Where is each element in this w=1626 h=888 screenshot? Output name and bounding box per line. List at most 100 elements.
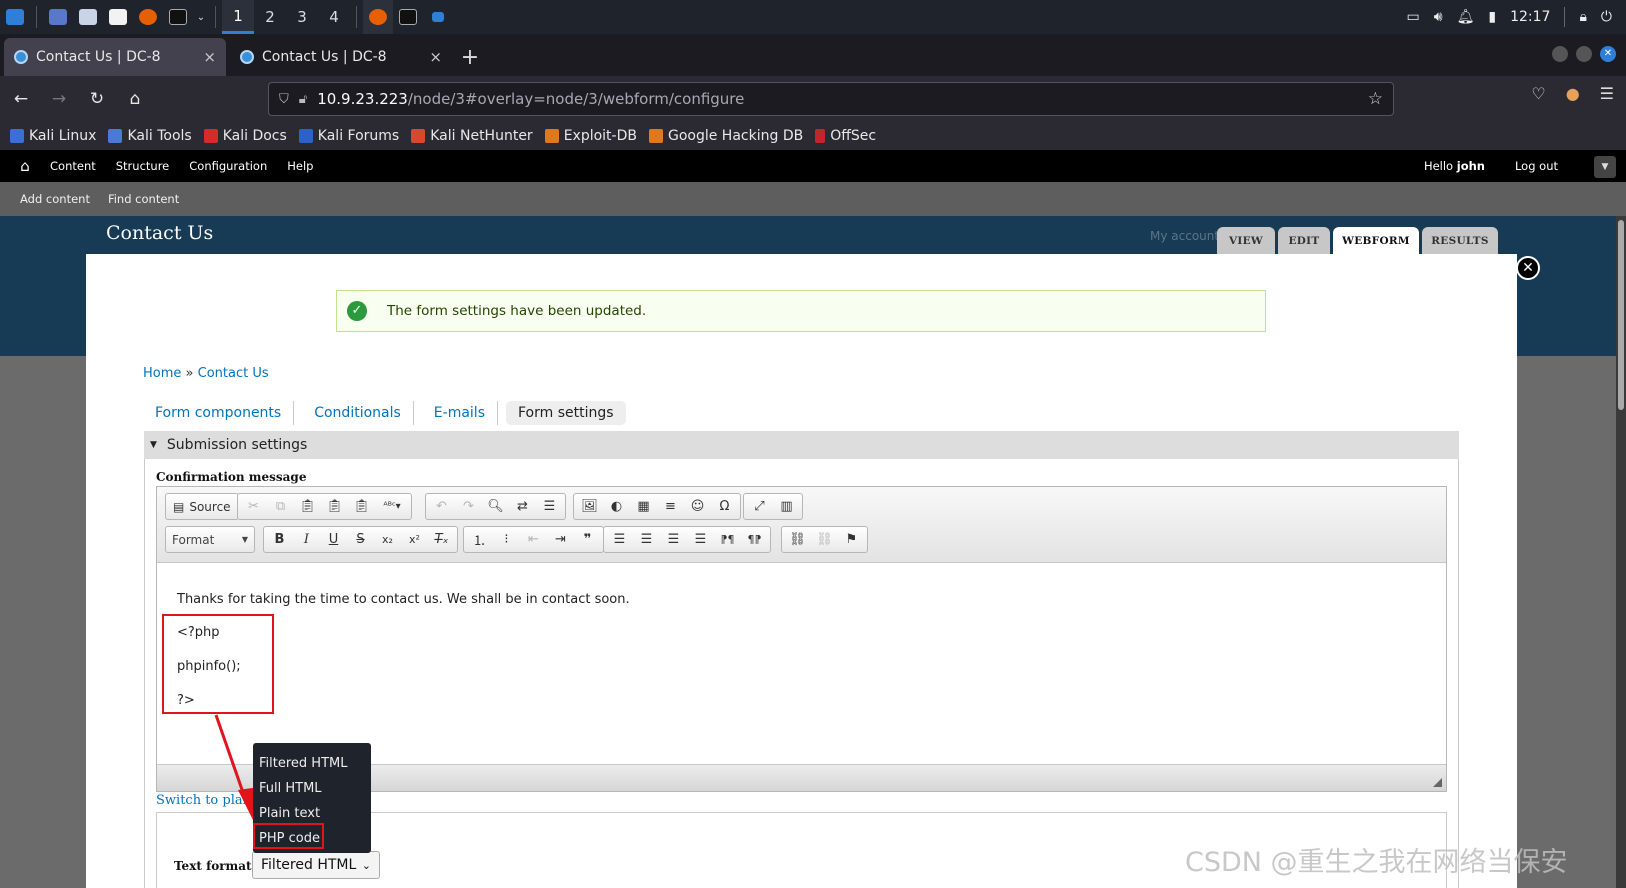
shortcut-find-content[interactable]: Find content xyxy=(108,192,179,206)
align-center-icon[interactable]: ☰ xyxy=(634,529,659,550)
close-window-button[interactable]: ✕ xyxy=(1600,46,1616,62)
display-icon[interactable]: ▭ xyxy=(1407,9,1420,25)
cut-icon[interactable]: ✂ xyxy=(241,496,266,517)
workspace-1[interactable]: 1 xyxy=(222,0,254,34)
volume-icon[interactable]: 🔊︎ xyxy=(1434,9,1443,25)
replace-icon[interactable]: ⇄ xyxy=(510,496,535,517)
lock-icon[interactable]: 🔒︎ xyxy=(1579,9,1586,25)
pocket-icon[interactable]: ♡ xyxy=(1531,84,1545,103)
remove-format-icon[interactable]: T̶ₓ xyxy=(429,529,454,550)
workspace-4[interactable]: 4 xyxy=(318,0,350,34)
superscript-icon[interactable]: x² xyxy=(402,529,427,550)
italic-icon[interactable]: I xyxy=(294,529,319,550)
battery-icon[interactable]: ▮ xyxy=(1488,9,1496,25)
format-combo[interactable]: Format ▼ xyxy=(165,526,255,553)
taskbar-firefox-icon[interactable] xyxy=(363,0,393,34)
workspace-3[interactable]: 3 xyxy=(286,0,318,34)
toolbar-structure[interactable]: Structure xyxy=(116,159,170,173)
browser-tab-1[interactable]: Contact Us | DC-8 × xyxy=(4,38,226,76)
bookmark-google-hacking-db[interactable]: Google Hacking DB xyxy=(648,128,803,144)
workspace-2[interactable]: 2 xyxy=(254,0,286,34)
tracking-shield-icon[interactable]: ⛉ xyxy=(279,92,289,107)
undo-icon[interactable]: ↶ xyxy=(429,496,454,517)
paste-icon[interactable]: 📋︎ xyxy=(295,496,320,517)
flash-icon[interactable]: ◐ xyxy=(604,496,629,517)
underline-icon[interactable]: U xyxy=(321,529,346,550)
new-tab-button[interactable]: + xyxy=(452,38,488,76)
bookmark-kali-tools[interactable]: Kali Tools xyxy=(108,128,192,144)
paste-word-icon[interactable]: 📋︎ xyxy=(349,496,374,517)
subtab-conditionals[interactable]: Conditionals xyxy=(302,401,414,425)
find-icon[interactable]: 🔍︎ xyxy=(483,496,508,517)
smiley-icon[interactable]: ☺ xyxy=(685,496,710,517)
subtab-emails[interactable]: E-mails xyxy=(422,401,498,425)
logout-link[interactable]: Log out xyxy=(1515,159,1558,173)
clock[interactable]: 12:17 xyxy=(1510,9,1550,25)
spellcheck-icon[interactable]: ᴬᴮᶜ▾ xyxy=(376,496,408,517)
url-bar[interactable]: ⛉ 🔓︎ 10.9.23.223/node/3#overlay=node/3/w… xyxy=(268,82,1394,116)
tab-view[interactable]: VIEW xyxy=(1217,227,1275,254)
option-full-html[interactable]: Full HTML xyxy=(253,776,371,801)
special-char-icon[interactable]: Ω xyxy=(712,496,737,517)
option-filtered-html[interactable]: Filtered HTML xyxy=(253,751,371,776)
align-left-icon[interactable]: ☰ xyxy=(607,529,632,550)
firefox-launcher-icon[interactable] xyxy=(133,0,163,34)
copy-icon[interactable]: ⧉ xyxy=(268,496,293,517)
resize-handle-icon[interactable] xyxy=(1433,778,1442,787)
link-icon[interactable]: ⛓ xyxy=(785,529,810,550)
format-dropdown[interactable]: Format ▼ xyxy=(166,529,254,550)
my-account-link[interactable]: My account xyxy=(1150,229,1219,243)
justify-icon[interactable]: ☰ xyxy=(688,529,713,550)
insecure-lock-icon[interactable]: 🔓︎ xyxy=(299,92,307,107)
horizontal-rule-icon[interactable]: ≡ xyxy=(658,496,683,517)
switch-to-plain-link[interactable]: Switch to plain xyxy=(156,793,255,808)
text-format-select[interactable]: Filtered HTML ⌄ xyxy=(252,851,380,879)
maximize-button[interactable] xyxy=(1576,46,1592,62)
page-scrollbar[interactable] xyxy=(1616,216,1626,888)
kali-menu-icon[interactable] xyxy=(0,0,30,34)
fieldset-legend[interactable]: ▼ Submission settings xyxy=(144,431,1459,459)
terminal-launcher-icon[interactable] xyxy=(163,0,193,34)
paste-text-icon[interactable]: 📋︎ xyxy=(322,496,347,517)
home-button[interactable]: ⌂ xyxy=(118,82,152,116)
shortcut-add-content[interactable]: Add content xyxy=(20,192,90,206)
redo-icon[interactable]: ↷ xyxy=(456,496,481,517)
ltr-icon[interactable]: ⁋¶ xyxy=(715,529,740,550)
breadcrumb-contact-us[interactable]: Contact Us xyxy=(198,366,269,381)
file-manager-icon[interactable] xyxy=(73,0,103,34)
breadcrumb-home[interactable]: Home xyxy=(143,366,181,381)
strikethrough-icon[interactable]: S xyxy=(348,529,373,550)
power-icon[interactable]: ⏻ xyxy=(1601,9,1612,25)
username[interactable]: john xyxy=(1457,159,1485,173)
image-icon[interactable]: 🖼︎ xyxy=(577,496,602,517)
subtab-form-settings[interactable]: Form settings xyxy=(505,401,626,425)
align-right-icon[interactable]: ☰ xyxy=(661,529,686,550)
bold-icon[interactable]: B xyxy=(267,529,292,550)
toolbar-content[interactable]: Content xyxy=(50,159,96,173)
indent-icon[interactable]: ⇥ xyxy=(548,529,573,550)
bookmark-kali-docs[interactable]: Kali Docs xyxy=(203,128,287,144)
rtl-icon[interactable]: ¶⁋ xyxy=(742,529,767,550)
subtab-form-components[interactable]: Form components xyxy=(143,401,295,425)
tab-edit[interactable]: EDIT xyxy=(1278,227,1330,254)
anchor-flag-icon[interactable]: ⚑ xyxy=(839,529,864,550)
toolbar-help[interactable]: Help xyxy=(287,159,313,173)
subscript-icon[interactable]: x₂ xyxy=(375,529,400,550)
overlay-close-icon[interactable]: ✕ xyxy=(1516,256,1540,280)
scrollbar-thumb[interactable] xyxy=(1618,220,1624,410)
browser-tab-2[interactable]: Contact Us | DC-8 × xyxy=(230,38,452,76)
taskbar-app-icon[interactable] xyxy=(423,0,453,34)
show-blocks-icon[interactable]: ▥ xyxy=(774,496,799,517)
bulleted-list-icon[interactable]: ⁝ xyxy=(494,529,519,550)
tab-close-icon[interactable]: × xyxy=(429,48,442,66)
bookmark-kali-forums[interactable]: Kali Forums xyxy=(298,128,399,144)
source-button[interactable]: ▤ Source xyxy=(169,496,235,517)
taskbar-terminal-icon[interactable] xyxy=(393,0,423,34)
tab-close-icon[interactable]: × xyxy=(203,48,216,66)
show-desktop-icon[interactable] xyxy=(43,0,73,34)
tab-results[interactable]: RESULTS xyxy=(1422,227,1498,254)
editor-content[interactable]: Thanks for taking the time to contact us… xyxy=(157,564,1446,759)
toolbar-toggle-icon[interactable]: ▼ xyxy=(1594,156,1616,178)
reload-button[interactable]: ↻ xyxy=(80,82,114,116)
maximize-icon[interactable]: ⤢ xyxy=(747,496,772,517)
